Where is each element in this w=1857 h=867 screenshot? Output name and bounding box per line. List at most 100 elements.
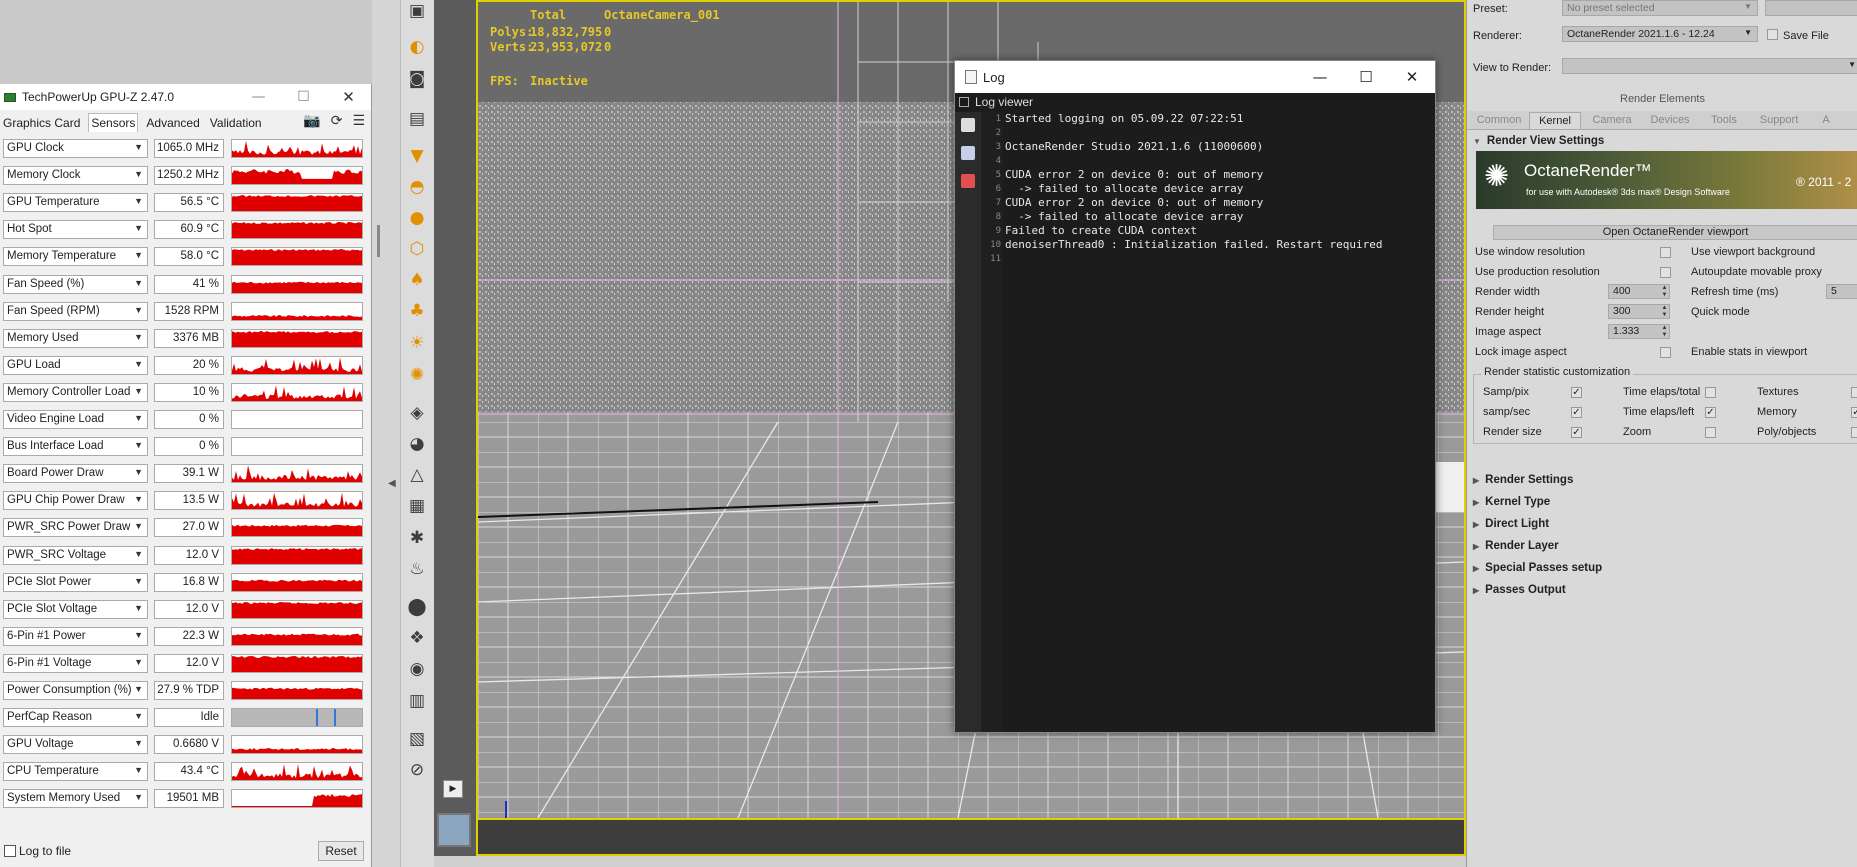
chevron-down-icon[interactable]: ▼ (134, 223, 143, 233)
tab-support[interactable]: Support (1751, 112, 1807, 129)
sensor-label[interactable]: GPU Temperature ▼ (3, 193, 148, 213)
refresh-time-input[interactable]: 5 (1826, 284, 1857, 299)
sensor-label[interactable]: Memory Clock ▼ (3, 166, 148, 186)
plant-icon[interactable]: ✱ (406, 527, 428, 549)
refresh-icon[interactable]: ⟳ (331, 113, 343, 129)
chevron-down-icon[interactable]: ▼ (134, 657, 143, 667)
minimize-icon[interactable]: — (1297, 68, 1343, 86)
chevron-down-icon[interactable]: ▼ (134, 359, 143, 369)
sensor-label[interactable]: 6-Pin #1 Voltage ▼ (3, 653, 148, 673)
tab-sensors[interactable]: Sensors (88, 113, 139, 132)
sensor-label[interactable]: Fan Speed (%) ▼ (3, 274, 148, 294)
copy-log-icon[interactable] (961, 146, 975, 160)
sensor-label[interactable]: Memory Used ▼ (3, 328, 148, 348)
sensor-label[interactable]: GPU Chip Power Draw ▼ (3, 491, 148, 511)
menu-icon[interactable]: ☰ (352, 113, 365, 129)
dome-icon[interactable]: ◓ (406, 176, 428, 198)
sensor-label[interactable]: PCIe Slot Voltage ▼ (3, 599, 148, 619)
sensor-label[interactable]: Memory Temperature ▼ (3, 247, 148, 267)
layers-icon[interactable]: ▧ (406, 728, 428, 750)
sun-icon[interactable]: ☀ (406, 332, 428, 354)
section-passes-output[interactable]: ▶ Passes Output (1473, 584, 1566, 596)
use-production-resolution-checkbox[interactable] (1660, 267, 1671, 278)
sensor-label[interactable]: GPU Voltage ▼ (3, 735, 148, 755)
reset-button[interactable]: Reset (318, 841, 364, 861)
network-icon[interactable]: ▦ (406, 495, 428, 517)
renderer-dropdown[interactable]: OctaneRender 2021.1.6 - 12.24 ▼ (1562, 26, 1758, 42)
chevron-down-icon[interactable]: ▼ (134, 684, 143, 694)
tab-a[interactable]: A (1811, 112, 1841, 129)
spinner-icon[interactable]: ▲ ▼ (1660, 285, 1669, 299)
tab-devices[interactable]: Devices (1643, 112, 1697, 129)
render-view-settings-header[interactable]: ▼ Render View Settings (1473, 135, 1604, 147)
render-height-input[interactable]: 300 ▲ ▼ (1608, 304, 1670, 319)
log-to-file-checkbox[interactable] (4, 845, 16, 857)
tab-validation[interactable]: Validation (208, 114, 264, 132)
chevron-down-icon[interactable]: ▼ (134, 250, 143, 260)
sensor-label[interactable]: Memory Controller Load ▼ (3, 382, 148, 402)
chevron-down-icon[interactable]: ▼ (134, 196, 143, 206)
chevron-down-icon[interactable]: ▼ (134, 305, 143, 315)
sensor-label[interactable]: Power Consumption (%) ▼ (3, 681, 148, 700)
section-special-passes-setup[interactable]: ▶ Special Passes setup (1473, 562, 1602, 574)
sensor-label[interactable]: 6-Pin #1 Power ▼ (3, 626, 148, 646)
image-aspect-input[interactable]: 1.333 ▲ ▼ (1608, 324, 1670, 339)
play-icon[interactable]: ▶ (443, 780, 463, 798)
toolbox-icon[interactable]: ▣ (406, 0, 428, 22)
chevron-down-icon[interactable]: ▼ (134, 711, 143, 721)
octane-logo-icon[interactable]: ⊘ (406, 759, 428, 781)
section-direct-light[interactable]: ▶ Direct Light (1473, 518, 1549, 530)
log-titlebar[interactable]: Log — ☐ ✕ (955, 61, 1435, 93)
chevron-down-icon[interactable]: ▼ (134, 386, 143, 396)
stat-option-checkbox[interactable]: ✓ (1571, 427, 1582, 438)
cube-icon[interactable]: ◈ (406, 402, 428, 424)
chevron-down-icon[interactable]: ▼ (134, 169, 143, 179)
stat-option-checkbox[interactable]: ✓ (1705, 407, 1716, 418)
close-icon[interactable]: ✕ (1389, 68, 1435, 86)
light-icon[interactable]: ◐ (406, 36, 428, 58)
spinner-icon[interactable]: ▲ ▼ (1660, 305, 1669, 319)
tab-common[interactable]: Common (1473, 112, 1525, 129)
sensor-label[interactable]: Board Power Draw ▼ (3, 464, 148, 484)
maximize-icon[interactable]: ☐ (281, 89, 326, 105)
chevron-down-icon[interactable]: ▼ (134, 467, 143, 477)
save-log-icon[interactable] (961, 118, 975, 132)
chevron-down-icon[interactable]: ▼ (134, 549, 143, 559)
camera-tool-icon[interactable]: ◙ (406, 68, 428, 90)
fire-icon[interactable]: ♨ (406, 558, 428, 580)
chevron-down-icon[interactable]: ▼ (134, 413, 143, 423)
use-window-resolution-checkbox[interactable] (1660, 247, 1671, 258)
stat-option-checkbox[interactable]: ✓ (1571, 407, 1582, 418)
tab-tools[interactable]: Tools (1701, 112, 1747, 129)
sensor-label[interactable]: PCIe Slot Power ▼ (3, 572, 148, 592)
chevron-down-icon[interactable]: ▼ (134, 738, 143, 748)
chevron-down-icon[interactable]: ▼ (134, 603, 143, 613)
sensor-label[interactable]: Bus Interface Load ▼ (3, 437, 148, 457)
tab-advanced[interactable]: Advanced (144, 114, 201, 132)
log-text-area[interactable]: Started logging on 05.09.22 07:22:51 Octa… (1005, 112, 1430, 266)
sensor-label[interactable]: GPU Clock ▼ (3, 139, 148, 158)
tab-kernel[interactable]: Kernel (1529, 112, 1581, 129)
chevron-down-icon[interactable]: ▼ (134, 142, 143, 152)
stat-option-checkbox[interactable] (1705, 427, 1716, 438)
splitter-handle[interactable] (377, 225, 380, 257)
view-to-render-dropdown[interactable]: ▼ (1562, 58, 1857, 74)
render-width-input[interactable]: 400 ▲ ▼ (1608, 284, 1670, 299)
sparkle-icon[interactable]: ✺ (406, 364, 428, 386)
bulb-icon[interactable]: ♣ (406, 300, 428, 322)
gpuz-titlebar[interactable]: TechPowerUp GPU-Z 2.47.0 — ☐ ✕ (0, 84, 371, 110)
section-render-layer[interactable]: ▶ Render Layer (1473, 540, 1559, 552)
vector-icon[interactable]: △ (406, 464, 428, 486)
material-ball-icon[interactable]: ◕ (406, 433, 428, 455)
sensor-label[interactable]: System Memory Used ▼ (3, 789, 148, 809)
sphere-icon[interactable]: ⬤ (406, 596, 428, 618)
stat-option-checkbox[interactable] (1705, 387, 1716, 398)
palette-icon[interactable]: ◉ (406, 658, 428, 680)
sensor-label[interactable]: PerfCap Reason ▼ (3, 708, 148, 728)
camera-icon[interactable]: 📷 (303, 113, 320, 129)
collapse-arrow-icon[interactable]: ◀ (388, 478, 396, 489)
chevron-down-icon[interactable]: ▼ (134, 278, 143, 288)
stat-option-checkbox[interactable] (1851, 427, 1857, 438)
tab-camera[interactable]: Camera (1585, 112, 1639, 129)
spinner-icon[interactable]: ▲ ▼ (1660, 325, 1669, 339)
